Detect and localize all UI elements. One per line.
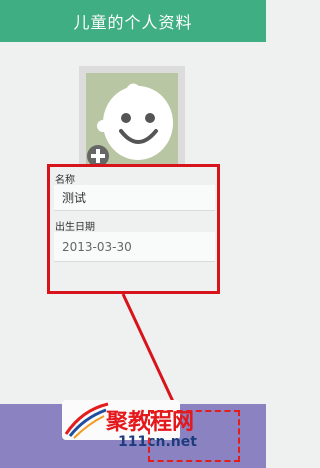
annotation-arrow [121, 293, 178, 409]
swoosh-logo-icon [64, 402, 109, 439]
watermark-dashed-box [148, 410, 240, 462]
